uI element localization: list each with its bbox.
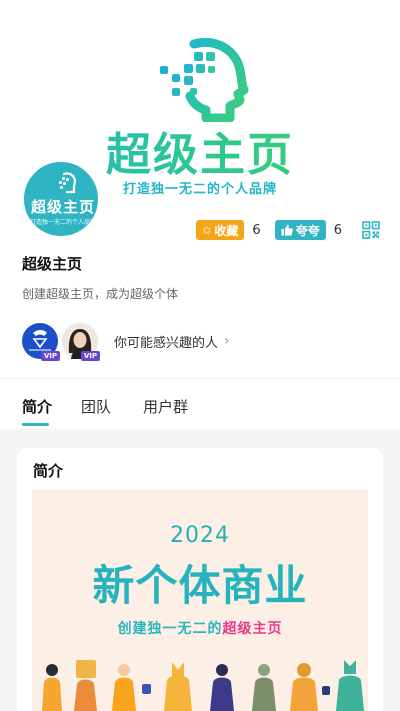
banner-year: 2024 (170, 523, 230, 548)
banner-subtitle: 创建独一无二的超级主页 (32, 618, 368, 638)
profile-avatar[interactable]: 超级主页 打造独一无二的个人品牌 (22, 160, 100, 238)
person-figure (210, 664, 234, 711)
profile-description: 创建超级主页，成为超级个体 (22, 287, 179, 301)
avatar-brand-text: 超级主页 (30, 198, 95, 216)
person-figure (164, 662, 192, 711)
people-illustration (42, 660, 364, 711)
ai-head-icon (59, 172, 76, 194)
avatar-slogan-text: 打造独一无二的个人品牌 (29, 219, 96, 226)
thumbs-up-icon (281, 224, 293, 236)
chevron-right-icon: › (224, 333, 230, 349)
person-figure (252, 664, 276, 711)
star-icon: ✩ (202, 223, 212, 237)
suggested-avatar[interactable]: VIP (22, 323, 60, 361)
like-button[interactable]: 夸夸 (274, 220, 326, 240)
favorite-label: 收藏 (214, 223, 239, 238)
tab-user-groups[interactable]: 用户群 (143, 396, 188, 417)
active-tab-indicator (22, 423, 49, 426)
tab-intro[interactable]: 简介 (22, 396, 52, 417)
suggested-people-label: 你可能感兴趣的人 (114, 335, 219, 351)
suggested-people-row[interactable]: VIP VIP 你可能感兴趣的人 › (22, 322, 230, 361)
person-figure (42, 664, 62, 711)
vip-badge: VIP (40, 351, 60, 361)
person-figure (74, 660, 97, 711)
profile-tabs: 简介 团队 用户群 (0, 379, 400, 429)
person-figure (290, 663, 330, 711)
suggested-avatar[interactable]: VIP (62, 323, 100, 361)
qr-code-icon[interactable] (362, 221, 380, 239)
stats-bar: ✩ 收藏 6 夸夸 6 (196, 219, 380, 241)
banner-subtitle-prefix: 创建独一无二的 (117, 621, 223, 637)
favorite-count: 6 (252, 222, 261, 238)
person-figure (112, 664, 151, 711)
vip-badge: VIP (80, 351, 100, 361)
banner-headline: 新个体商业 (92, 561, 308, 610)
intro-card-title: 简介 (33, 462, 64, 480)
ai-head-icon (160, 38, 249, 122)
profile-name: 超级主页 (22, 255, 83, 273)
intro-banner-image[interactable]: 2024 新个体商业 创建独一无二的超级主页 (32, 490, 368, 711)
like-label: 夸夸 (295, 223, 320, 238)
favorite-button[interactable]: ✩ 收藏 (196, 220, 245, 240)
like-count: 6 (333, 222, 342, 238)
banner-subtitle-highlight: 超级主页 (222, 621, 283, 637)
tab-team[interactable]: 团队 (81, 396, 111, 417)
person-figure (336, 660, 364, 711)
intro-card: 简介 2024 新个体商业 创建独一无二的超级主页 (17, 448, 383, 711)
